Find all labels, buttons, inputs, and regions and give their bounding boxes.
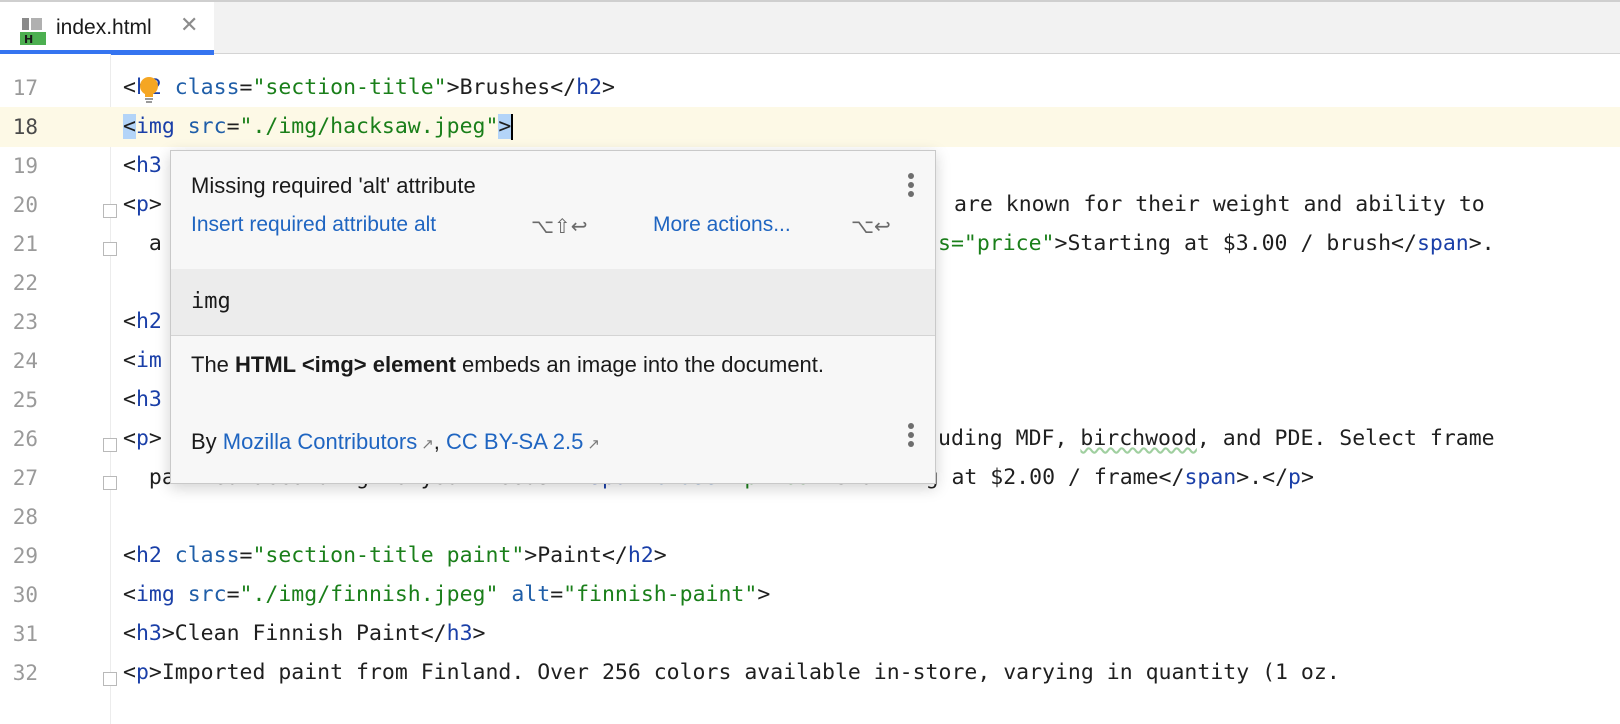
element-description: The HTML <img> element embeds an image i…	[191, 352, 825, 377]
element-name-section: img	[171, 269, 935, 336]
spelling-warning: birchwood	[1080, 426, 1197, 451]
fold-marker[interactable]	[103, 672, 117, 686]
text-caret	[511, 114, 514, 140]
highlighted-bracket: >	[498, 114, 512, 139]
line-number: 19	[12, 154, 38, 178]
line-number: 31	[12, 622, 38, 646]
inspection-popup: Missing required 'alt' attribute Insert …	[170, 150, 936, 484]
line-number: 17	[12, 76, 38, 100]
top-divider	[0, 0, 1620, 2]
fold-marker[interactable]	[103, 242, 117, 256]
line-number: 27	[12, 466, 38, 490]
line-number: 29	[12, 544, 38, 568]
code-line: 28	[0, 497, 1620, 537]
highlighted-bracket: <	[123, 114, 136, 139]
code-text: <h2 class="section-title paint">Paint</h…	[123, 543, 667, 568]
line-number: 26	[12, 427, 38, 451]
line-number: 32	[12, 661, 38, 685]
code-text-visible-tail: uding MDF, birchwood, and PDE. Select fr…	[938, 426, 1495, 451]
line-number: 23	[12, 310, 38, 334]
code-text: <h3	[123, 387, 162, 412]
problem-section: Missing required 'alt' attribute Insert …	[171, 151, 935, 270]
fold-marker[interactable]	[103, 204, 117, 218]
line-number: 25	[12, 388, 38, 412]
more-options-icon[interactable]	[908, 173, 914, 197]
fold-marker[interactable]	[103, 476, 117, 490]
code-line-current: 18 <img src="./img/hacksaw.jpeg">	[0, 107, 1620, 147]
element-name: img	[191, 289, 231, 314]
svg-text:H: H	[24, 33, 33, 46]
code-line: 29 <h2 class="section-title paint">Paint…	[0, 536, 1620, 576]
code-text: a	[123, 231, 162, 256]
code-text: <p>	[123, 192, 162, 217]
line-number: 22	[12, 271, 38, 295]
html-file-icon: H	[20, 18, 46, 46]
code-line: 17 <h2 class="section-title">Brushes</h2…	[0, 68, 1620, 108]
line-number: 30	[12, 583, 38, 607]
external-link-icon: ↗	[421, 436, 434, 453]
close-icon[interactable]: ✕	[180, 12, 198, 38]
tab-index-html[interactable]: H index.html ✕	[0, 2, 214, 55]
action2-shortcut: ⌥↩	[851, 214, 891, 238]
code-line: 30 <img src="./img/finnish.jpeg" alt="fi…	[0, 575, 1620, 615]
code-text: <img src="./img/hacksaw.jpeg">	[123, 114, 514, 140]
code-text: <img src="./img/finnish.jpeg" alt="finni…	[123, 582, 771, 607]
editor-tab-bar: H index.html ✕	[0, 0, 1620, 55]
line-number: 24	[12, 349, 38, 373]
lightbulb-icon[interactable]	[139, 76, 159, 104]
mozilla-contributors-link[interactable]: Mozilla Contributors	[223, 429, 417, 454]
problem-title: Missing required 'alt' attribute	[191, 173, 476, 198]
code-line: 32 <p>Imported paint from Finland. Over …	[0, 653, 1620, 693]
license-link[interactable]: CC BY-SA 2.5	[446, 429, 583, 454]
tab-filename: index.html	[56, 16, 152, 39]
code-text: <im	[123, 348, 162, 373]
code-text-visible-tail: s="price">Starting at $3.00 / brush</spa…	[938, 231, 1495, 256]
line-number: 18	[12, 115, 38, 139]
more-actions-link[interactable]: More actions...	[653, 213, 791, 237]
external-link-icon: ↗	[587, 436, 600, 453]
line-number: 21	[12, 232, 38, 256]
code-text: <p>	[123, 426, 162, 451]
code-line: 31 <h3>Clean Finnish Paint</h3>	[0, 614, 1620, 654]
code-text: <h3>Clean Finnish Paint</h3>	[123, 621, 486, 646]
code-text-visible-tail: are known for their weight and ability t…	[954, 192, 1485, 217]
code-text: <h2	[123, 309, 162, 334]
code-text: <p>Imported paint from Finland. Over 256…	[123, 660, 1340, 685]
more-options-icon[interactable]	[908, 423, 914, 447]
fold-marker[interactable]	[103, 438, 117, 452]
code-text: <h2 class="section-title">Brushes</h2>	[123, 75, 615, 100]
action1-shortcut: ⌥⇧↩	[531, 214, 588, 238]
line-number: 28	[12, 505, 38, 529]
line-number: 20	[12, 193, 38, 217]
attribution: By Mozilla Contributors ↗, CC BY-SA 2.5 ↗	[191, 429, 600, 454]
insert-alt-attribute-action[interactable]: Insert required attribute alt	[191, 213, 436, 237]
code-text: <h3	[123, 153, 162, 178]
